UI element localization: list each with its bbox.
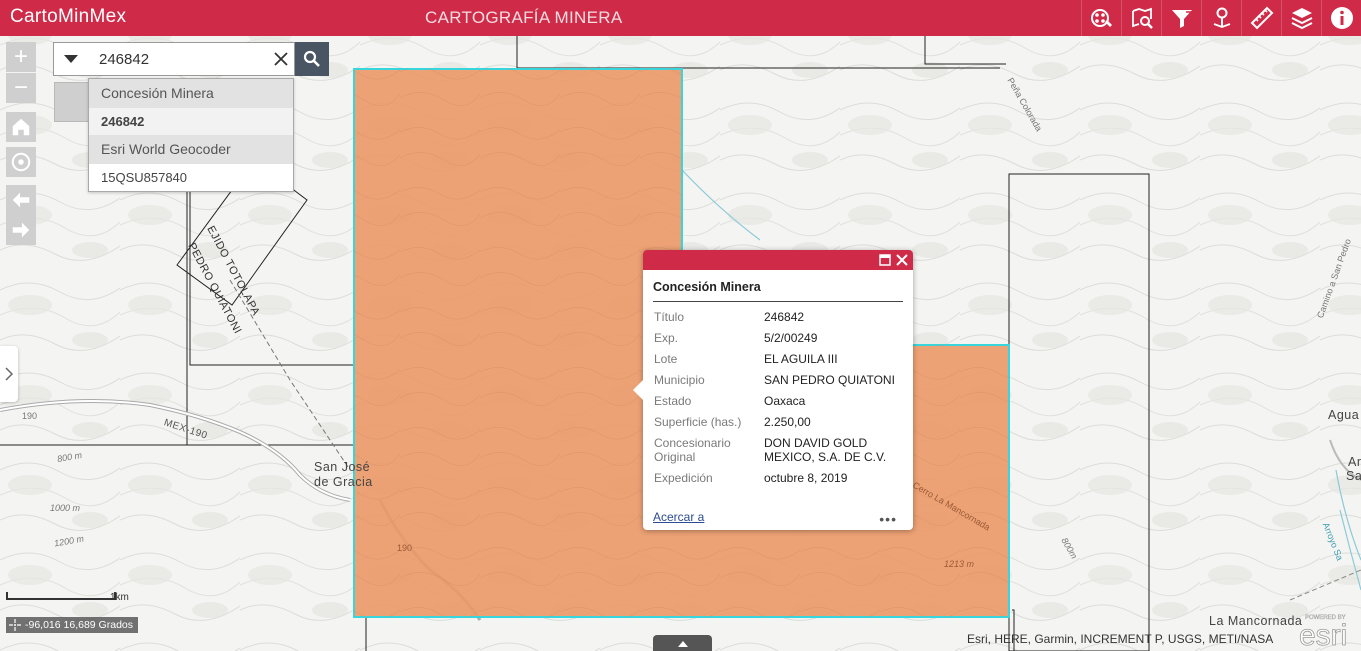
query-tool-button[interactable] [1121,0,1161,36]
suggestion-source-header: Concesión Minera [89,79,293,108]
attribute-row: Superficie (has.) 2.250,00 [654,415,904,436]
coordinate-readout: -96,016 16,689 Grados [6,617,138,633]
attribute-value: Oaxaca [764,394,806,408]
attribute-value: octubre 8, 2019 [764,471,848,485]
locate-icon [11,152,31,172]
popup-attributes: Título 246842 Exp. 5/2/00249 Lote EL AGUILA… [654,310,904,492]
attribute-row: Concesionario Original DON DAVID GOLD MEX… [654,436,904,471]
location-icon [1213,7,1230,28]
popup-titlebar [643,250,913,270]
previous-extent-button[interactable] [6,185,36,215]
analysis-icon [1090,9,1112,27]
maximize-icon[interactable] [879,254,891,266]
esri-brand-text: esri [1299,619,1347,651]
home-icon [12,118,30,136]
suggestion-source-header: Esri World Geocoder [89,135,293,164]
home-button[interactable] [6,112,36,142]
contour-label-1000: 1000 m [50,503,81,513]
attribute-label: Municipio [654,373,705,387]
road-label-190-west: 190 [22,411,38,421]
elevation-label-1213: 1213 m [944,559,975,569]
search-source-dropdown[interactable] [53,42,88,76]
measure-tool-button[interactable] [1241,0,1281,36]
zoom-in-button[interactable]: + [6,42,36,72]
attribute-label: Exp. [654,331,679,345]
scale-bar-label: 1km [110,592,129,603]
suggestion-item[interactable]: 246842 [89,108,293,135]
popup-pointer [633,380,643,400]
filter-icon [1171,10,1194,28]
search-input[interactable] [87,42,295,76]
attribute-row: Exp. 5/2/00249 [654,331,904,352]
zoom-out-button[interactable]: − [6,73,36,103]
bottom-panel-toggle[interactable] [653,635,712,651]
app-title: CartoMinMex [10,6,127,27]
town-label-sa: Sa [1346,469,1361,483]
scale-bar [6,592,116,600]
info-icon [1330,7,1353,29]
attribute-value: EL AGUILA III [764,352,838,366]
measure-icon [1250,6,1273,30]
attribute-value: 2.250,00 [764,415,811,429]
query-icon [1131,7,1153,29]
feature-popup: Concesión Minera Título 246842 Exp. 5/2/00… [633,250,913,530]
app-header: CartoMinMex CARTOGRAFÍA MINERA [0,0,1361,36]
attribute-row: Estado Oaxaca [654,394,904,415]
attribute-row: Municipio SAN PEDRO QUIATONI [654,373,904,394]
layers-tool-button[interactable] [1281,0,1321,36]
suggestion-item[interactable]: 15QSU857840 [89,164,293,191]
app-subtitle: CARTOGRAFÍA MINERA [425,8,623,27]
attribute-row: Lote EL AGUILA III [654,352,904,373]
more-actions-button[interactable]: ••• [879,512,897,526]
town-label-agua: Agua [1328,408,1360,422]
attribute-label: Superficie (has.) [654,415,742,429]
attribute-value: 5/2/00249 [764,331,818,345]
close-icon [274,52,288,66]
locate-button[interactable] [6,147,36,177]
attribute-value: SAN PEDRO QUIATONI [764,373,895,387]
map-attribution: Esri, HERE, Garmin, INCREMENT P, USGS, M… [967,632,1274,646]
crosshair-icon[interactable] [9,619,21,631]
zoom-to-link[interactable]: Acercar a [653,510,704,524]
attribute-value: DON DAVID GOLD MEXICO, S.A. DE C.V. [764,436,887,464]
road-label-190-south: 190 [397,543,413,553]
attribute-label: Concesionario Original [654,436,731,464]
layers-icon [1291,8,1312,30]
side-panel-toggle[interactable] [0,346,18,402]
attribute-label: Título [654,310,685,324]
plus-icon: + [13,43,28,70]
arrow-left-icon [12,192,30,208]
town-label-san-jose: San José de Gracia [314,460,373,489]
esri-logo: POWERED BY esri [1299,615,1348,651]
minus-icon: − [13,74,28,101]
attribute-label: Estado [654,394,692,408]
attribute-row: Expedición octubre 8, 2019 [654,471,904,492]
attribute-label: Expedición [654,471,713,485]
attribute-value: 246842 [764,310,805,324]
search-icon [303,50,320,67]
chevron-right-icon [5,367,13,381]
search-widget [53,42,329,76]
caret-down-icon [63,55,78,63]
search-button[interactable] [295,42,329,76]
caret-up-icon [677,641,688,647]
popup-title: Concesión Minera [653,280,903,302]
filter-tool-button[interactable] [1161,0,1201,36]
next-extent-button[interactable] [6,215,36,245]
search-suggestions: Concesión Minera 246842 Esri World Geoco… [88,78,294,192]
search-clear-button[interactable] [271,49,291,69]
analysis-tool-button[interactable] [1081,0,1121,36]
widget-panel-tab[interactable] [54,82,90,122]
town-label-ar: Ar [1348,455,1361,469]
arrow-right-icon [12,222,30,238]
attribute-row: Título 246842 [654,310,904,331]
attribute-label: Lote [654,352,678,366]
info-tool-button[interactable] [1321,0,1361,36]
location-tool-button[interactable] [1201,0,1241,36]
coordinate-text: -96,016 16,689 Grados [25,619,133,631]
town-label-la-mancornada: La Mancornada [1209,614,1303,628]
header-toolbar [1081,0,1361,36]
close-icon[interactable] [895,253,909,267]
